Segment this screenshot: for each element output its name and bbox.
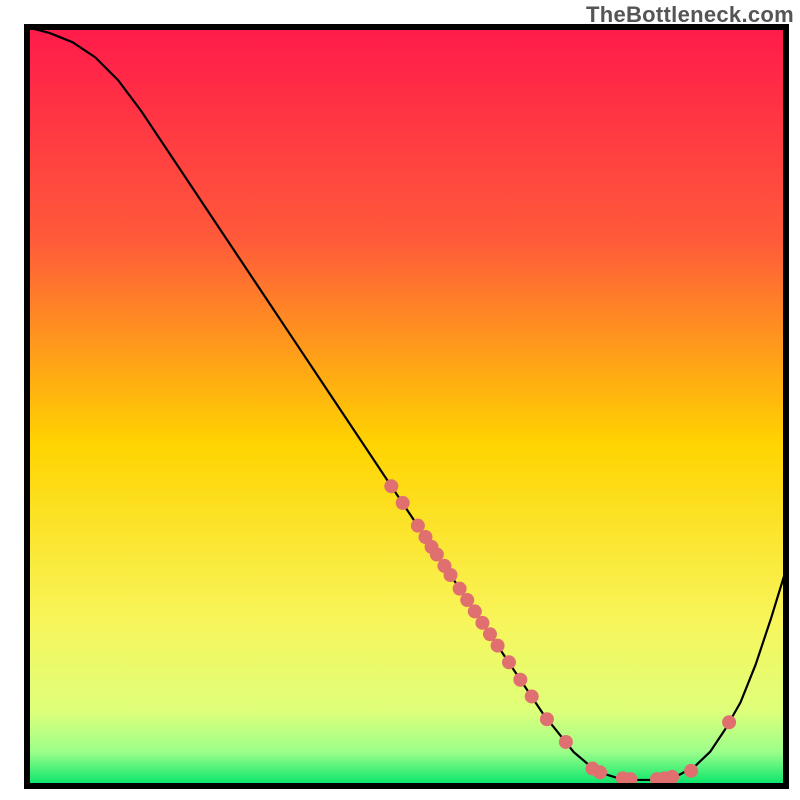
plot-background — [27, 27, 786, 786]
data-marker — [444, 568, 458, 582]
watermark-text: TheBottleneck.com — [586, 2, 794, 28]
data-marker — [722, 715, 736, 729]
data-marker — [665, 770, 679, 784]
data-marker — [384, 479, 398, 493]
bottleneck-chart — [0, 0, 800, 800]
chart-container: TheBottleneck.com — [0, 0, 800, 800]
data-marker — [525, 689, 539, 703]
data-marker — [513, 673, 527, 687]
data-marker — [684, 764, 698, 778]
data-marker — [502, 655, 516, 669]
data-marker — [453, 582, 467, 596]
data-marker — [430, 548, 444, 562]
data-marker — [460, 593, 474, 607]
data-marker — [411, 519, 425, 533]
data-marker — [475, 616, 489, 630]
data-marker — [593, 765, 607, 779]
data-marker — [468, 604, 482, 618]
data-marker — [540, 712, 554, 726]
data-marker — [559, 735, 573, 749]
data-marker — [483, 627, 497, 641]
data-marker — [396, 496, 410, 510]
data-marker — [491, 639, 505, 653]
